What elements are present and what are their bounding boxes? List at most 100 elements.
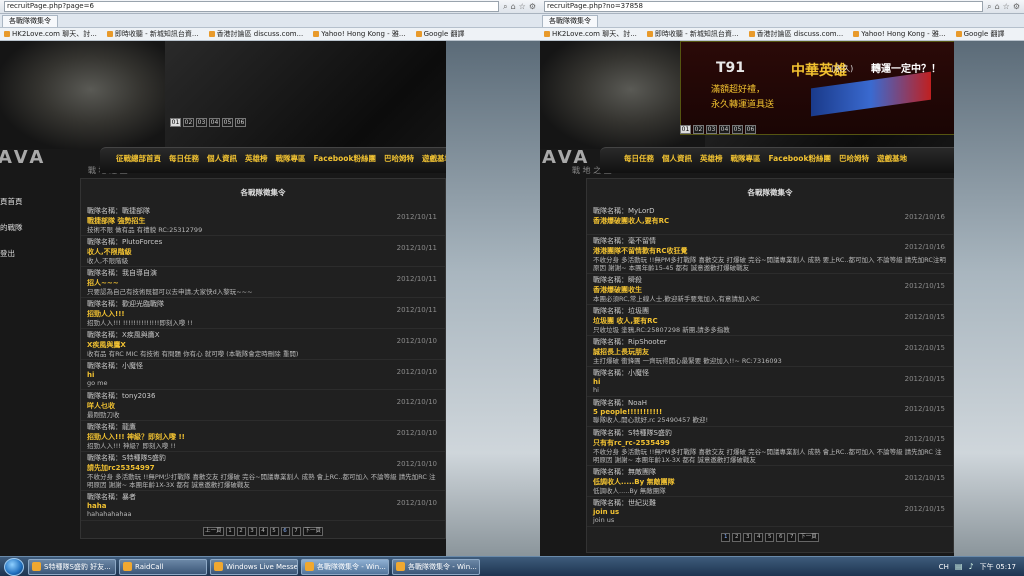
taskbar-button[interactable]: 各戰隊徵集令 - Win...: [392, 558, 480, 575]
side-menu-item[interactable]: 頁首頁: [0, 189, 23, 215]
page-button[interactable]: 6: [776, 533, 786, 542]
page-button[interactable]: 5: [269, 527, 279, 536]
recruit-entry[interactable]: 戰隊名稱：無敵團隊 低調收人.....By 無敵團隊 低調收人.....By 無敵團…: [587, 466, 953, 497]
slide-button[interactable]: 04: [209, 118, 220, 127]
favorite-link[interactable]: HK2Love.com 聊天、討...: [4, 29, 97, 39]
recruit-entry[interactable]: 戰隊名稱：垃圾團 垃圾團 收人,要有RC 只收垃圾 塗鴉,RC:25807298 新…: [587, 305, 953, 336]
nav-link[interactable]: Facebook粉絲團: [769, 153, 831, 164]
recruit-entry[interactable]: 戰隊名稱：tony2036 咩人乜收 最剛勁刀收 2012/10/10: [81, 390, 445, 421]
recruit-headline[interactable]: join us: [593, 508, 947, 516]
side-menu-item[interactable]: 的戰隊: [0, 215, 23, 241]
recruit-entry[interactable]: 戰隊名稱：MyLorD 香港爆破團收人,要有RC 2012/10/16: [587, 205, 953, 235]
nav-link[interactable]: 個人資訊: [207, 153, 237, 164]
slide-button[interactable]: 01: [680, 125, 691, 134]
favorite-link[interactable]: Yahoo! Hong Kong - 雅...: [853, 29, 946, 39]
recruit-entry[interactable]: 戰隊名稱：暴者 haha hahahahahaa 2012/10/10: [81, 491, 445, 521]
side-menu-item[interactable]: 登出: [0, 241, 23, 267]
page-button[interactable]: 下一頁: [798, 533, 819, 542]
browser-tab[interactable]: 各戰隊徵集令: [2, 15, 58, 27]
nav-link[interactable]: 戰隊專區: [731, 153, 761, 164]
recruit-headline[interactable]: 招人~~~: [87, 278, 439, 288]
nav-link[interactable]: 英雄榜: [700, 153, 723, 164]
recruit-headline[interactable]: 垃圾團 收人,要有RC: [593, 316, 947, 326]
recruit-entry[interactable]: 戰隊名稱：S特種隊S盛豹 只有有rc_rc-2535499 不收分身 多活動玩 !!…: [587, 427, 953, 466]
home-icon[interactable]: ⌂: [511, 2, 516, 12]
nav-link[interactable]: 遊戲基地: [877, 153, 907, 164]
slide-button[interactable]: 03: [196, 118, 207, 127]
recruit-headline[interactable]: 香港爆破團收人,要有RC: [593, 216, 947, 226]
search-icon[interactable]: ⌕: [503, 2, 507, 12]
page-button[interactable]: 5: [765, 533, 775, 542]
recruit-entry[interactable]: 戰隊名稱：小魔怪 hi go me 2012/10/10: [81, 360, 445, 390]
recruit-entry[interactable]: 戰隊名稱：小魔怪 hi hi 2012/10/15: [587, 367, 953, 397]
recruit-headline[interactable]: 招勁人入!!! 神級？即刻入嚟 !!: [87, 432, 439, 442]
taskbar-button[interactable]: RaidCall: [119, 558, 207, 575]
favorite-link[interactable]: 即時收聽 - 新城知訊台資...: [106, 29, 199, 39]
nav-link[interactable]: 每日任務: [624, 153, 654, 164]
address-input[interactable]: recruitPage.php?page=6: [4, 1, 500, 12]
nav-link[interactable]: 每日任務: [169, 153, 199, 164]
recruit-entry[interactable]: 戰隊名稱：歡迎光臨戰隊 招勁人入!!! 招勁人入!!! !!!!!!!!!!!!!!…: [81, 298, 445, 329]
taskbar-button[interactable]: S特種隊S盛豹 好友...: [28, 558, 116, 575]
recruit-headline[interactable]: 戰捷部隊 強勢招生: [87, 216, 439, 226]
star-icon[interactable]: ☆: [519, 2, 526, 12]
page-button[interactable]: 2: [732, 533, 742, 542]
recruit-entry[interactable]: 戰隊名稱：毫不留情 港港團隊不留情歡有RC收狂覺 不收分身 多活動玩 !!無PM多打…: [587, 235, 953, 274]
recruit-headline[interactable]: 港港團隊不留情歡有RC收狂覺: [593, 246, 947, 256]
page-button[interactable]: 2: [236, 527, 246, 536]
slide-button[interactable]: 01: [170, 118, 181, 127]
nav-link[interactable]: 征戰總部首頁: [116, 153, 161, 164]
recruit-entry[interactable]: 戰隊名稱：我自導自演 招人~~~ 只要認為自己有技術既都可以去申請,大家快d入黎玩~…: [81, 267, 445, 298]
slide-button[interactable]: 06: [745, 125, 756, 134]
recruit-headline[interactable]: hi: [87, 371, 439, 379]
taskbar-button[interactable]: Windows Live Messe...: [210, 558, 298, 575]
start-button[interactable]: [4, 557, 24, 576]
favorite-link[interactable]: Google 翻譯: [415, 29, 465, 39]
slide-button[interactable]: 02: [183, 118, 194, 127]
favorite-link[interactable]: 香港討論區 discuss.com...: [208, 29, 303, 39]
recruit-headline[interactable]: 請先加rc25354997: [87, 463, 439, 473]
nav-link[interactable]: 戰隊專區: [276, 153, 306, 164]
page-button[interactable]: 7: [291, 527, 301, 536]
recruit-entry[interactable]: 戰隊名稱：龍鷹 招勁人入!!! 神級？即刻入嚟 !! 招勁人入!!! 神級？即刻入嚟…: [81, 421, 445, 452]
recruit-entry[interactable]: 戰隊名稱：NoaH 5 people!!!!!!!!!!! 聯隊收人,開心就好,rc…: [587, 397, 953, 427]
slide-button[interactable]: 05: [732, 125, 743, 134]
browser-tab[interactable]: 各戰隊徵集令: [542, 15, 598, 27]
page-button[interactable]: 6: [280, 527, 290, 536]
address-input[interactable]: recruitPage.php?no=37858: [544, 1, 984, 12]
page-button[interactable]: 下一頁: [302, 527, 324, 536]
address-bar[interactable]: recruitPage.php?no=37858 ⌕ ⌂ ☆ ⚙: [540, 0, 1024, 14]
nav-link[interactable]: 英雄榜: [245, 153, 268, 164]
address-bar[interactable]: recruitPage.php?page=6 ⌕ ⌂ ☆ ⚙: [0, 0, 540, 14]
network-icon[interactable]: ▤: [955, 562, 963, 571]
page-button[interactable]: 7: [787, 533, 797, 542]
recruit-headline[interactable]: 只有有rc_rc-2535499: [593, 438, 947, 448]
recruit-headline[interactable]: 香港爆破團收生: [593, 285, 947, 295]
nav-link[interactable]: Facebook粉絲團: [314, 153, 376, 164]
recruit-headline[interactable]: 誠招長上長玩朋友: [593, 347, 947, 357]
page-button[interactable]: 1: [225, 527, 235, 536]
recruit-headline[interactable]: X疾風與鷹X: [87, 340, 439, 350]
favorite-link[interactable]: Yahoo! Hong Kong - 雅...: [313, 29, 406, 39]
favorite-link[interactable]: HK2Love.com 聊天、討...: [544, 29, 637, 39]
slide-button[interactable]: 06: [235, 118, 246, 127]
favorite-link[interactable]: 香港討論區 discuss.com...: [748, 29, 843, 39]
page-button[interactable]: 上一頁: [202, 527, 224, 536]
recruit-headline[interactable]: 招勁人入!!!: [87, 309, 439, 319]
recruit-headline[interactable]: hi: [593, 378, 947, 386]
taskbar-button[interactable]: 各戰隊徵集令 - Win...: [301, 558, 389, 575]
page-button[interactable]: 4: [754, 533, 764, 542]
page-button[interactable]: 3: [247, 527, 257, 536]
recruit-entry[interactable]: 戰隊名稱：X疾風與鷹X X疾風與鷹X 收有品 有RC MIC 有技術 有問題 你有心…: [81, 329, 445, 360]
gear-icon[interactable]: ⚙: [529, 2, 536, 12]
search-icon[interactable]: ⌕: [987, 2, 991, 12]
page-button[interactable]: 4: [258, 527, 268, 536]
recruit-entry[interactable]: 戰隊名稱：瞬殺 香港爆破團收生 本團必須RC,常上線人士,歡迎新手要鬼加入,有意請加…: [587, 274, 953, 305]
recruit-entry[interactable]: 戰隊名稱：PlutoForces 收人,不限階級 收人,不限階級 2012/10/11: [81, 236, 445, 267]
slide-button[interactable]: 05: [222, 118, 233, 127]
slide-button[interactable]: 03: [706, 125, 717, 134]
favorite-link[interactable]: Google 翻譯: [955, 29, 1005, 39]
recruit-headline[interactable]: haha: [87, 502, 439, 510]
volume-icon[interactable]: ♪: [968, 562, 973, 571]
nav-link[interactable]: 巴哈姆特: [384, 153, 414, 164]
